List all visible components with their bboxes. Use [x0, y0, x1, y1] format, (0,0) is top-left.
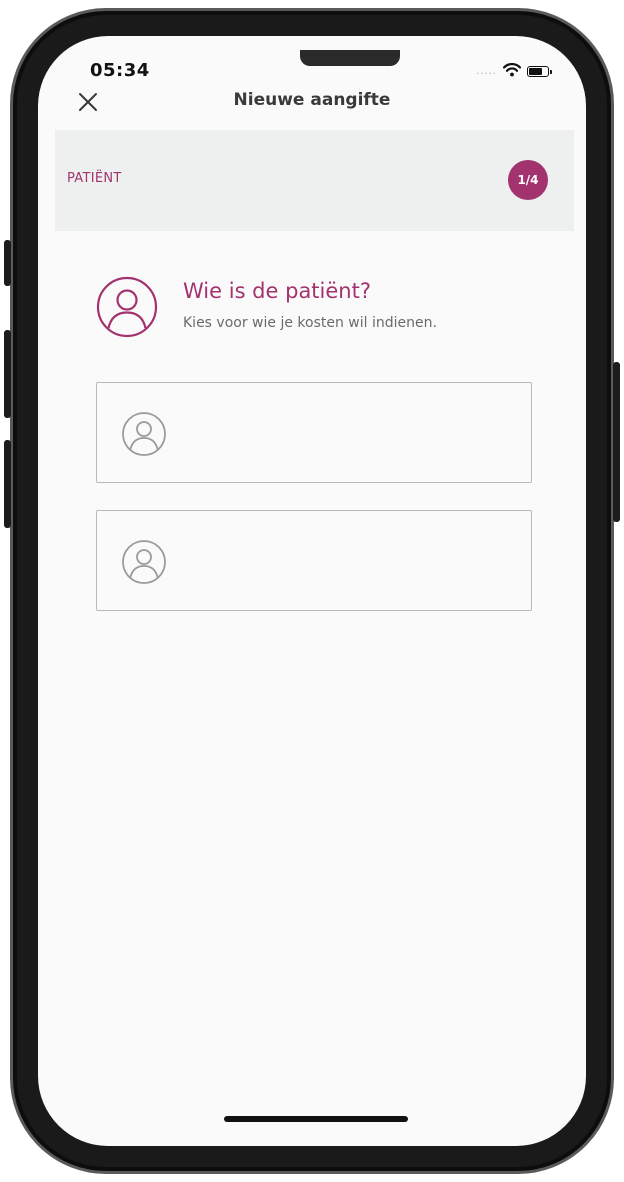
question-title: Wie is de patiënt?	[183, 279, 371, 303]
power-button	[613, 362, 620, 522]
notch	[300, 50, 400, 66]
page-title: Nieuwe aangifte	[233, 90, 391, 110]
home-indicator[interactable]	[224, 1116, 408, 1122]
step-header: PATIËNT 1/4	[55, 130, 574, 231]
question-subtitle: Kies voor wie je kosten wil indienen.	[183, 315, 437, 331]
patient-option[interactable]	[96, 382, 532, 483]
battery-icon	[527, 66, 552, 77]
volume-up-button	[4, 330, 11, 418]
wifi-icon	[502, 62, 522, 81]
phone-screen: 05:34 ..... Nieuwe aangifte PATIËNT 1/4	[38, 36, 586, 1146]
step-progress-badge: 1/4	[508, 160, 548, 200]
person-icon	[96, 276, 158, 338]
signal-icon: .....	[476, 65, 497, 77]
person-icon	[121, 539, 167, 585]
person-icon	[121, 411, 167, 457]
mute-switch	[4, 240, 11, 286]
step-label: PATIËNT	[67, 171, 122, 186]
status-icons: .....	[476, 62, 552, 81]
status-time: 05:34	[90, 60, 150, 81]
volume-down-button	[4, 440, 11, 528]
patient-option[interactable]	[96, 510, 532, 611]
